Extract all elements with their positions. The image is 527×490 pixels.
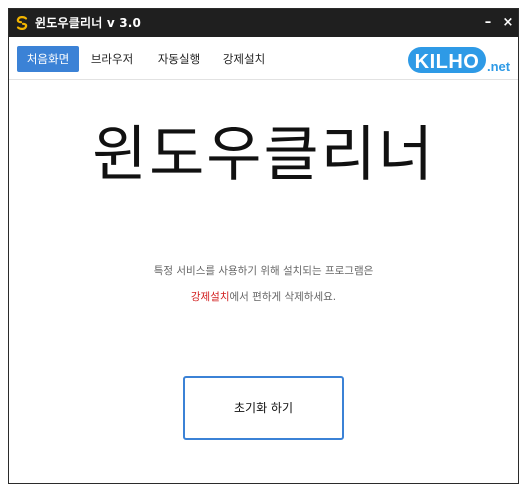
hero-title: 윈도우클리너 xyxy=(91,120,436,190)
logo-suffix-text: .net xyxy=(487,59,511,74)
app-window: 윈도우클리너 v 3.0 – × 처음화면 브라우저 자동실행 강제설치 KIL… xyxy=(8,8,519,484)
tab-browser[interactable]: 브라우저 xyxy=(85,46,139,72)
app-swirl-icon xyxy=(16,16,28,30)
nav-bar: 처음화면 브라우저 자동실행 강제설치 KILHO .net xyxy=(9,37,518,80)
description-line-2: 강제설치에서 편하게 삭제하세요. xyxy=(9,290,518,304)
tab-home[interactable]: 처음화면 xyxy=(17,46,79,72)
window-title: 윈도우클리너 v 3.0 xyxy=(35,16,142,30)
minimize-button[interactable]: – xyxy=(479,14,497,32)
reset-button[interactable]: 초기화 하기 xyxy=(183,376,344,440)
forced-install-link[interactable]: 강제설치 xyxy=(191,291,230,303)
logo-main-text: KILHO xyxy=(415,51,480,73)
minimize-icon: – xyxy=(484,15,492,30)
close-icon: × xyxy=(502,15,514,30)
description-line-1: 특정 서비스를 사용하기 위해 설치되는 프로그램은 xyxy=(153,265,374,277)
description-line-2-text: 에서 편하게 삭제하세요. xyxy=(229,291,337,303)
kilho-logo[interactable]: KILHO .net xyxy=(406,43,512,77)
title-bar[interactable]: 윈도우클리너 v 3.0 – × xyxy=(9,9,518,37)
close-button[interactable]: × xyxy=(499,14,517,32)
tab-autorun[interactable]: 자동실행 xyxy=(149,46,209,72)
tab-forced-install[interactable]: 강제설치 xyxy=(215,46,273,72)
